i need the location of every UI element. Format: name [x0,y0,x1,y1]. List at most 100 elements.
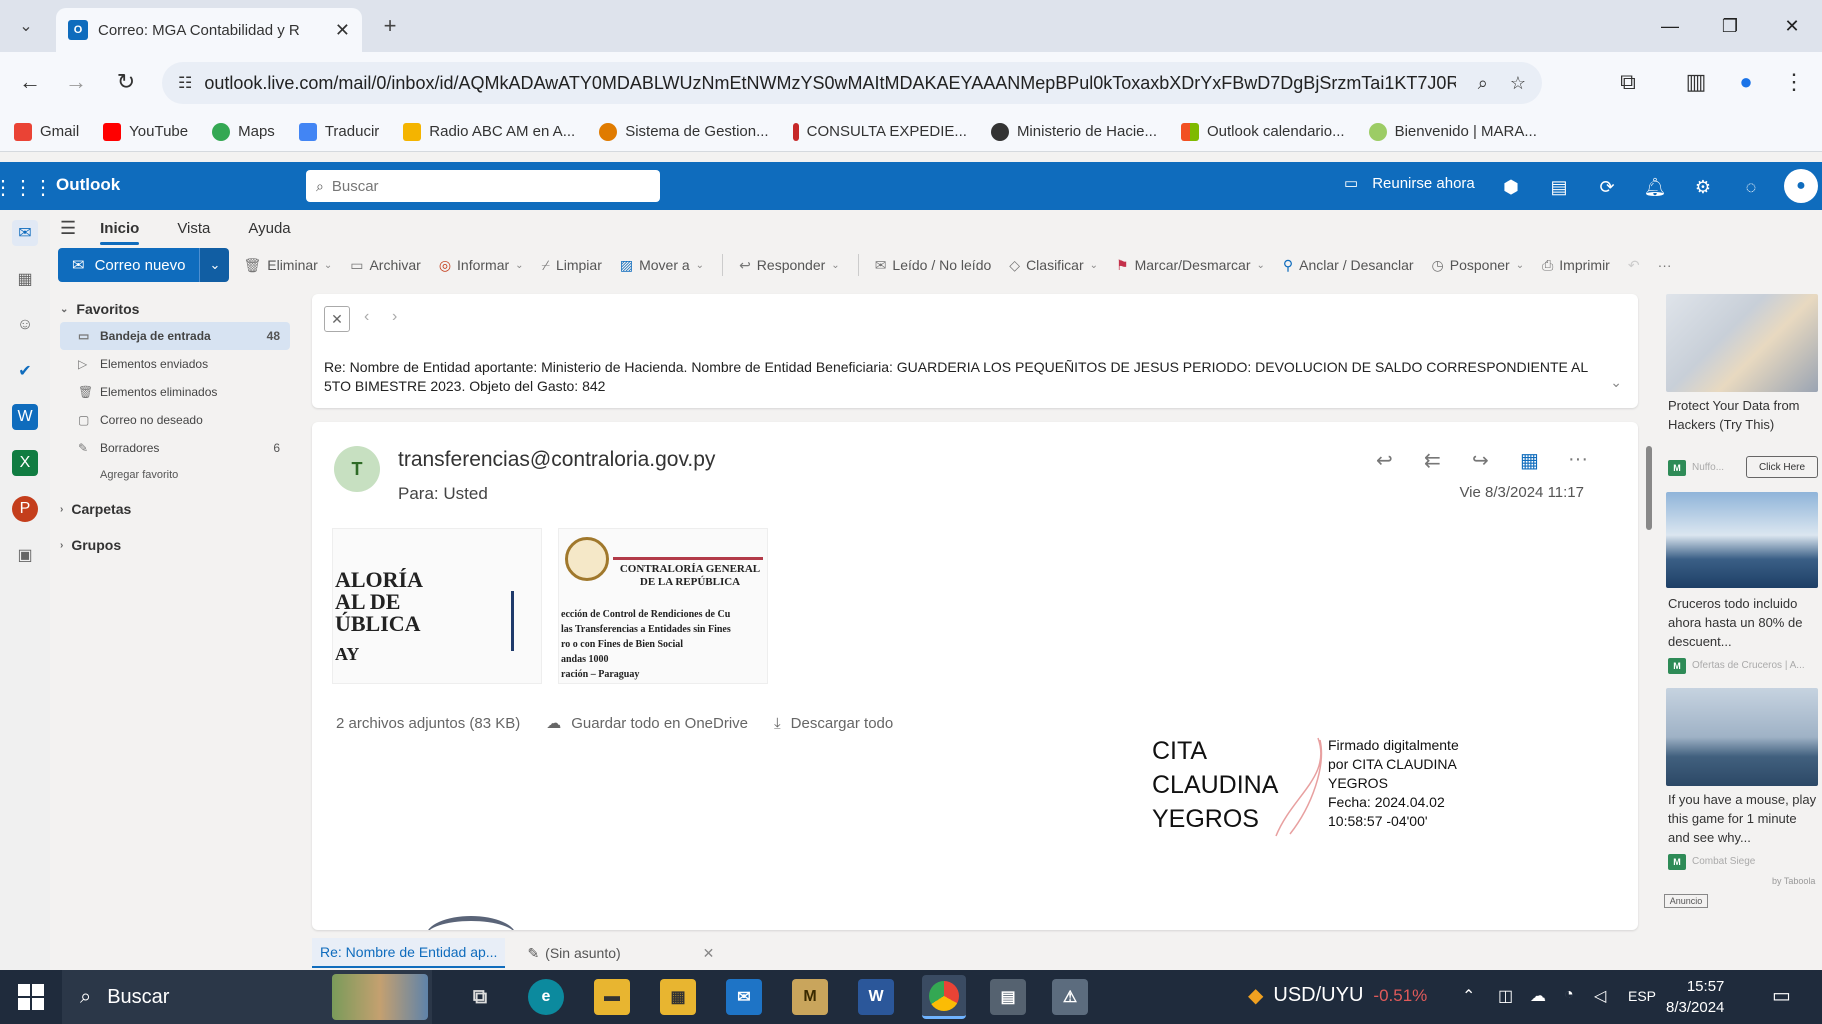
taskbar-search[interactable]: ⌕ Buscar [62,970,432,1024]
back-arrow-icon[interactable]: ← [14,66,46,98]
ad-text[interactable]: Protect Your Data from Hackers (Try This… [1668,396,1818,434]
store-icon[interactable]: ▦ [660,979,696,1015]
forward-icon[interactable]: ↪ [1472,448,1489,473]
more-options-button[interactable]: ··· [1658,257,1672,273]
download-all-button[interactable]: ⤓ Descargar todo [774,715,893,732]
tab-close-icon[interactable]: ✕ [335,20,350,41]
ad-text[interactable]: If you have a mouse, play this game for … [1668,790,1818,847]
bookmark-consulta[interactable]: CONSULTA EXPEDIE... [792,122,967,141]
task-view-icon[interactable]: ⧉ [462,979,498,1015]
chrome-icon[interactable] [922,975,966,1019]
speaker-icon[interactable]: ◁ [1594,986,1606,1006]
forward-arrow-icon[interactable]: → [60,66,92,98]
attachment-thumbnail-2[interactable]: CONTRALORÍA GENERAL DE LA REPÚBLICA ecci… [558,528,768,684]
folder-inbox[interactable]: ▭ Bandeja de entrada 48 [60,322,290,350]
more-apps-icon[interactable]: ▣ [12,542,38,568]
bookmark-bienvenido[interactable]: Bienvenido | MARA... [1368,122,1537,141]
calendar-icon[interactable]: ▦ [12,266,38,292]
delete-button[interactable]: 🗑︎ Eliminar ⌄ [243,257,332,274]
close-icon[interactable]: ✕ [703,945,715,962]
reload-icon[interactable]: ↻ [110,66,142,98]
sender-avatar[interactable]: T [334,446,380,492]
search-input[interactable]: ⌕ Buscar [306,170,660,202]
folder-drafts[interactable]: ✎ Borradores 6 [60,434,290,462]
scrollbar-thumb[interactable] [1646,446,1652,530]
reply-all-icon[interactable]: ⇇ [1424,448,1441,473]
taskbar-clock[interactable]: 15:57 8/3/2024 [1666,976,1724,1018]
snooze-button[interactable]: ◷ Posponer ⌄ [1432,257,1525,274]
folder-deleted[interactable]: 🗑︎ Elementos eliminados [60,378,290,406]
categorize-button[interactable]: ◇ Clasificar ⌄ [1009,257,1098,274]
tray-app-icon[interactable]: ◫ [1498,986,1513,1006]
file-explorer-icon[interactable]: ▬ [594,979,630,1015]
bell-icon[interactable]: 🔔︎ [1642,174,1668,200]
folder-junk[interactable]: ▢ Correo no deseado [60,406,290,434]
save-onedrive-button[interactable]: ☁ Guardar todo en OneDrive [546,714,748,733]
bookmark-traducir[interactable]: Traducir [298,122,379,141]
whats-new-icon[interactable]: ⟳ [1594,174,1620,200]
bookmark-gmail[interactable]: Gmail [14,122,79,141]
ad-image-warship[interactable] [1666,688,1818,786]
wifi-icon[interactable]: ◔ [1564,986,1574,1004]
draft-tab-reply[interactable]: Re: Nombre de Entidad ap... [312,938,506,968]
word-app-icon[interactable]: W [12,404,38,430]
browser-tab-active[interactable]: O Correo: MGA Contabilidad y R ✕ [56,8,362,52]
read-unread-button[interactable]: ✉ Leído / No leído [875,257,992,274]
draft-tab-untitled[interactable]: ✎ (Sin asunto) ✕ [519,938,722,968]
mail-app-icon[interactable]: ✉ [726,979,762,1015]
reply-button[interactable]: ↩ Responder ⌄ [739,257,840,274]
print-button[interactable]: ⎙ Imprimir [1542,257,1610,274]
undo-button[interactable]: ↶ [1628,257,1640,274]
ad-text[interactable]: Cruceros todo incluido ahora hasta un 80… [1668,594,1818,651]
chevron-down-icon[interactable]: ⌄ [1610,374,1622,391]
profile-icon[interactable]: ● [1730,66,1762,98]
account-avatar[interactable]: ● [1784,169,1818,203]
bookmark-star-icon[interactable]: ☆ [1510,73,1526,94]
bookmark-outlook-cal[interactable]: Outlook calendario... [1181,122,1345,141]
outlook-brand[interactable]: Outlook [56,175,120,195]
new-mail-split-button[interactable]: ✉ Correo nuevo ⌄ [58,248,230,282]
report-button[interactable]: ◎ Informar ⌄ [439,257,524,274]
teams-chat-icon[interactable]: ▦ [1520,448,1539,473]
new-tab-button[interactable]: + [374,10,406,42]
app-m-icon[interactable]: M [792,979,828,1015]
tab-inicio[interactable]: Inicio [100,214,140,245]
folder-sent[interactable]: ▷ Elementos enviados [60,350,290,378]
onedrive-cloud-icon[interactable]: ☁ [1530,986,1546,1006]
restore-button[interactable]: ❐ [1708,10,1752,42]
notifications-icon[interactable]: ▭ [1772,983,1791,1008]
calculator-icon[interactable]: ▤ [990,979,1026,1015]
groups-header[interactable]: › Grupos [60,532,290,558]
gear-icon[interactable]: ⚙ [1690,174,1716,200]
previous-message-icon[interactable]: ‹ [364,308,369,326]
to-value[interactable]: Usted [443,484,487,503]
ad-image-cruise[interactable] [1666,492,1818,588]
ad-image-hacker[interactable] [1666,294,1818,392]
attachment-thumbnail-1[interactable]: ALORÍA AL DE ÚBLICA AY [332,528,542,684]
favorites-header[interactable]: ⌄ Favoritos [60,296,290,322]
sender-email[interactable]: transferencias@contraloria.gov.py [398,448,715,472]
sweep-button[interactable]: ⌿ Limpiar [542,257,602,274]
menu-kebab-icon[interactable]: ⋮ [1778,66,1810,98]
word-taskbar-icon[interactable]: W [858,979,894,1015]
ad-label[interactable]: Anuncio [1664,894,1708,908]
excel-app-icon[interactable]: X [12,450,38,476]
tips-lightbulb-icon[interactable]: ◌ [1738,174,1764,200]
powerpoint-app-icon[interactable]: P [12,496,38,522]
bookmark-radio-abc[interactable]: Radio ABC AM en A... [403,122,575,141]
zoom-icon[interactable]: ⌕ [1478,73,1488,94]
people-icon[interactable]: ☺ [12,312,38,338]
reply-icon[interactable]: ↩ [1376,448,1393,473]
new-mail-button[interactable]: ✉ Correo nuevo [58,248,200,282]
bookmark-youtube[interactable]: YouTube [103,122,188,141]
next-message-icon[interactable]: › [392,308,397,326]
address-bar[interactable]: ☷ outlook.live.com/mail/0/inbox/id/AQMkA… [162,62,1542,104]
app-person-icon[interactable]: ⚠ [1052,979,1088,1015]
teams-icon[interactable]: ⬢ [1498,174,1524,200]
todo-check-icon[interactable]: ✔ [12,358,38,384]
close-reading-pane-button[interactable]: ✕ [324,306,350,332]
folders-header[interactable]: › Carpetas [60,496,290,522]
bookmark-maps[interactable]: Maps [212,122,275,141]
tab-search-chevron-icon[interactable]: ⌄ [10,10,42,42]
close-window-button[interactable]: ✕ [1770,10,1814,42]
